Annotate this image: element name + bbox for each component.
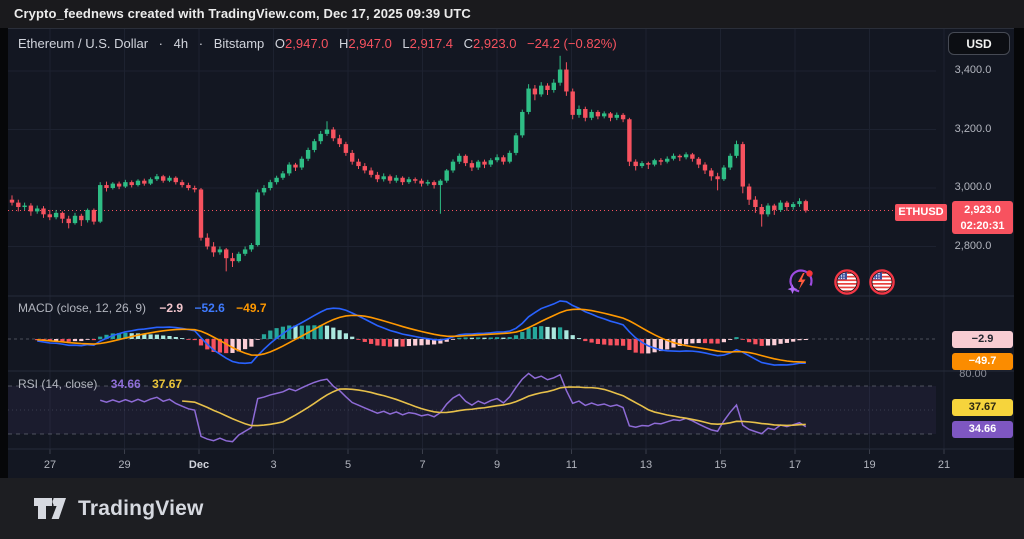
- chart-panel: Ethereum / U.S. Dollar · 4h · Bitstamp O…: [8, 28, 1014, 479]
- price-axis-label[interactable]: 3,200.0: [938, 123, 1008, 135]
- rsi-ma-value: 37.67: [152, 377, 183, 391]
- symbol-price-line-badge: ETHUSD: [895, 204, 947, 221]
- currency-usd-button[interactable]: USD: [948, 32, 1010, 55]
- symbol-name: Ethereum / U.S. Dollar: [18, 36, 149, 51]
- symbol-title-row: Ethereum / U.S. Dollar · 4h · Bitstamp O…: [18, 36, 617, 51]
- macd-signal-axis-badge: −49.7: [952, 353, 1013, 370]
- time-axis-label[interactable]: 17: [773, 459, 817, 471]
- time-axis-label[interactable]: 5: [326, 459, 370, 471]
- macd-hist-value: −2.9: [159, 301, 184, 315]
- rsi-label: RSI (14, close): [18, 377, 98, 391]
- tradingview-brand[interactable]: TradingView: [78, 497, 204, 521]
- time-axis-label[interactable]: 15: [699, 459, 743, 471]
- time-axis-label[interactable]: 19: [848, 459, 892, 471]
- rsi-value: 34.66: [110, 377, 141, 391]
- price-axis-label[interactable]: 3,000.0: [938, 181, 1008, 193]
- time-axis-label[interactable]: 13: [624, 459, 668, 471]
- time-axis-label[interactable]: 27: [28, 459, 72, 471]
- macd-hist-axis-badge: −2.9: [952, 331, 1013, 348]
- macd-label: MACD (close, 12, 26, 9): [18, 301, 147, 315]
- low-value: 2,917.4: [409, 36, 454, 51]
- tradingview-logo-icon[interactable]: [32, 495, 68, 522]
- close-value: 2,923.0: [473, 36, 517, 51]
- high-value: 2,947.0: [348, 36, 392, 51]
- low-label: L: [402, 36, 410, 51]
- macd-signal-value: −49.7: [236, 301, 267, 315]
- open-value: 2,947.0: [285, 36, 329, 51]
- separator-dot: ·: [198, 36, 204, 51]
- open-label: O: [274, 36, 286, 51]
- price-axis-label[interactable]: 3,400.0: [938, 64, 1008, 76]
- macd-label-row: MACD (close, 12, 26, 9) −2.9 −52.6 −49.7: [18, 301, 267, 315]
- macd-line-value: −52.6: [194, 301, 225, 315]
- watermark-text: Crypto_feednews created with TradingView…: [14, 6, 471, 21]
- interval-label: 4h: [173, 36, 189, 51]
- close-label: C: [463, 36, 474, 51]
- exchange-label: Bitstamp: [213, 36, 265, 51]
- last-price-badge: 2,923.0 02:20:31: [952, 201, 1013, 234]
- time-axis-label[interactable]: 29: [103, 459, 147, 471]
- bar-countdown: 02:20:31: [960, 220, 1005, 232]
- price-axis-label[interactable]: 2,800.0: [938, 240, 1008, 252]
- chart-area: Ethereum / U.S. Dollar · 4h · Bitstamp O…: [0, 28, 1024, 479]
- rsi-ma-axis-badge: 37.67: [952, 399, 1013, 416]
- time-axis-label[interactable]: 9: [475, 459, 519, 471]
- watermark-header: Crypto_feednews created with TradingView…: [0, 0, 1024, 28]
- candlestick-layer[interactable]: [8, 29, 936, 296]
- time-axis-label[interactable]: 3: [252, 459, 296, 471]
- time-axis-label[interactable]: 11: [550, 459, 594, 471]
- time-axis-label[interactable]: 21: [922, 459, 966, 471]
- change-value: −24.2 (−0.82%): [527, 36, 617, 51]
- rsi-axis-badge: 34.66: [952, 421, 1013, 438]
- last-price: 2,923.0: [964, 204, 1001, 216]
- separator-dot: ·: [158, 36, 164, 51]
- time-axis-label[interactable]: Dec: [177, 459, 221, 471]
- rsi-label-row: RSI (14, close) 34.66 37.67: [18, 377, 182, 391]
- footer: TradingView: [0, 478, 1024, 539]
- time-axis-label[interactable]: 7: [401, 459, 445, 471]
- high-label: H: [339, 36, 349, 51]
